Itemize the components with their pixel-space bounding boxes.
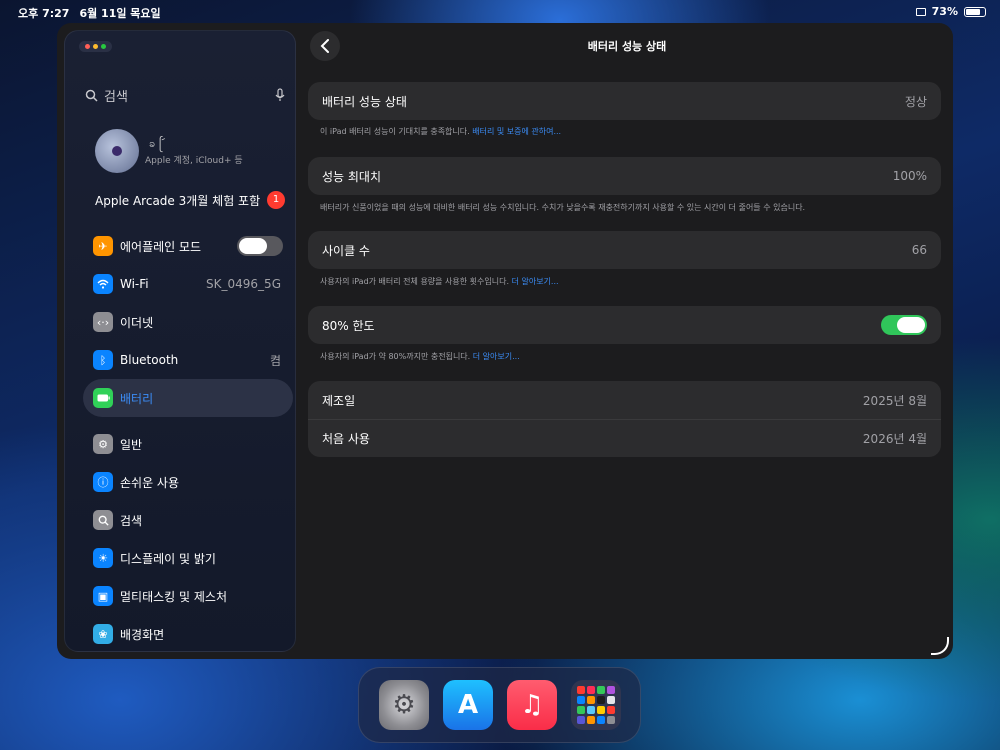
arcade-offer-label: Apple Arcade 3개월 체험 포함 xyxy=(95,194,261,208)
row-label: 제조일 xyxy=(322,393,356,408)
row-label: 배터리 성능 상태 xyxy=(322,94,407,109)
sidebar-item-bluetooth[interactable]: ᛒ Bluetooth 켬 xyxy=(83,341,293,379)
sidebar-item-label: Wi-Fi xyxy=(120,277,149,291)
accessibility-icon: ⓘ xyxy=(93,472,113,492)
microphone-icon[interactable] xyxy=(275,88,285,102)
settings-app-icon[interactable]: ⚙ xyxy=(379,680,429,730)
window-controls[interactable] xyxy=(79,41,112,52)
row-value: 2025년 8월 xyxy=(862,393,927,408)
sidebar-item-wallpaper[interactable]: ❀ 배경화면 xyxy=(83,615,293,653)
search-field[interactable]: 검색 xyxy=(85,85,285,105)
bluetooth-status: 켬 xyxy=(269,353,281,368)
close-dot[interactable] xyxy=(85,44,90,49)
cycle-count-note: 사용자의 iPad가 배터리 전체 용량을 사용한 횟수입니다. 더 알아보기.… xyxy=(320,277,559,286)
sidebar-item-label: 디스플레이 및 밝기 xyxy=(120,551,216,566)
battery-health-note: 이 iPad 배터리 성능이 기대치를 충족합니다. 배터리 및 보증에 관하여… xyxy=(320,127,562,136)
wifi-icon xyxy=(93,274,113,294)
search-icon xyxy=(93,510,113,530)
settings-menu: ✈ 에어플레인 모드 Wi-Fi SK_0496_5G ‹·› 이더넷 ᛒ Bl… xyxy=(83,227,293,653)
sidebar-item-label: 배경화면 xyxy=(120,627,165,642)
sidebar-item-label: 에어플레인 모드 xyxy=(120,239,202,254)
sidebar-item-accessibility[interactable]: ⓘ 손쉬운 사용 xyxy=(83,463,293,501)
sidebar: 검색 ခ ᩕ ᩢ Apple 계정, iCloud+ 등 Apple Arcad… xyxy=(64,30,296,652)
music-app-icon[interactable]: ♫ xyxy=(507,680,557,730)
apple-account-row[interactable]: ခ ᩕ ᩢ Apple 계정, iCloud+ 등 xyxy=(95,129,295,175)
sidebar-item-multitasking[interactable]: ▣ 멀티태스킹 및 제스처 xyxy=(83,577,293,615)
learn-more-link[interactable]: 더 알아보기... xyxy=(473,352,520,361)
account-subtitle: Apple 계정, iCloud+ 등 xyxy=(145,156,243,166)
status-bar: 오후 7:27 6월 11일 목요일 73% xyxy=(0,0,1000,22)
multitasking-icon: ▣ xyxy=(93,586,113,606)
sidebar-item-ethernet[interactable]: ‹·› 이더넷 xyxy=(83,303,293,341)
settings-window: 검색 ခ ᩕ ᩢ Apple 계정, iCloud+ 등 Apple Arcad… xyxy=(57,23,953,659)
airplane-mode-toggle[interactable] xyxy=(237,236,283,256)
sidebar-item-display[interactable]: ☀ 디스플레이 및 밝기 xyxy=(83,539,293,577)
status-date: 6월 11일 목요일 xyxy=(79,7,161,20)
notification-badge: 1 xyxy=(267,191,285,209)
sidebar-item-label: 멀티태스킹 및 제스처 xyxy=(120,589,227,604)
sidebar-item-label: Bluetooth xyxy=(120,353,179,367)
sidebar-item-wifi[interactable]: Wi-Fi SK_0496_5G xyxy=(83,265,293,303)
gear-icon: ⚙ xyxy=(93,434,113,454)
account-name: ခ ᩕ ᩢ xyxy=(149,137,167,150)
max-capacity-row: 성능 최대치 100% xyxy=(308,157,941,195)
charge-limit-row: 80% 한도 xyxy=(308,306,941,344)
warranty-link[interactable]: 배터리 및 보증에 관하여... xyxy=(472,127,561,136)
sidebar-item-label: 검색 xyxy=(120,513,143,528)
ethernet-icon: ‹·› xyxy=(93,312,113,332)
sun-icon: ☀ xyxy=(93,548,113,568)
zoom-dot[interactable] xyxy=(101,44,106,49)
app-store-icon[interactable]: A xyxy=(443,680,493,730)
status-battery-icon xyxy=(964,6,986,17)
row-value: 100% xyxy=(892,169,927,183)
row-value: 2026년 4월 xyxy=(862,432,927,446)
cycle-count-row: 사이클 수 66 xyxy=(308,231,941,269)
battery-icon xyxy=(93,388,113,408)
charge-limit-card: 80% 한도 xyxy=(308,306,941,344)
screen-mirroring-icon xyxy=(915,7,926,16)
flower-icon: ❀ xyxy=(93,624,113,644)
arcade-offer-row[interactable]: Apple Arcade 3개월 체험 포함 1 xyxy=(95,191,285,210)
sidebar-item-label: 배터리 xyxy=(120,391,154,406)
sidebar-item-label: 일반 xyxy=(120,437,143,452)
airplane-icon: ✈ xyxy=(93,236,113,256)
sidebar-item-label: 손쉬운 사용 xyxy=(120,475,180,490)
window-resize-handle[interactable] xyxy=(931,637,949,655)
row-label: 80% 한도 xyxy=(322,318,375,333)
cycle-count-card: 사이클 수 66 xyxy=(308,231,941,269)
battery-health-card: 배터리 성능 상태 정상 xyxy=(308,82,941,120)
learn-more-link[interactable]: 더 알아보기... xyxy=(512,277,559,286)
dates-card: 제조일 2025년 8월 처음 사용 2026년 4월 xyxy=(308,381,941,457)
row-label: 처음 사용 xyxy=(322,432,370,446)
bluetooth-icon: ᛒ xyxy=(93,350,113,370)
max-capacity-note: 배터리가 신품이었을 때의 성능에 대비한 배터리 성능 수치입니다. 수치가 … xyxy=(320,203,806,212)
battery-percent: 73% xyxy=(931,5,958,18)
manufacture-date-row: 제조일 2025년 8월 xyxy=(308,381,941,419)
sidebar-item-airplane[interactable]: ✈ 에어플레인 모드 xyxy=(83,227,293,265)
wifi-network-name: SK_0496_5G xyxy=(206,277,281,291)
dock: ⚙ A ♫ xyxy=(358,667,641,743)
charge-limit-note: 사용자의 iPad가 약 80%까지만 충전됩니다. 더 알아보기... xyxy=(320,352,520,361)
back-button[interactable] xyxy=(310,31,340,61)
row-label: 성능 최대치 xyxy=(322,169,382,184)
page-title: 배터리 성능 상태 xyxy=(587,40,667,53)
row-value: 정상 xyxy=(904,94,927,109)
search-placeholder: 검색 xyxy=(104,89,128,105)
app-folder-icon[interactable] xyxy=(571,680,621,730)
status-time: 오후 7:27 xyxy=(18,7,70,20)
first-use-row: 처음 사용 2026년 4월 xyxy=(308,419,941,457)
search-icon xyxy=(85,89,98,102)
minimize-dot[interactable] xyxy=(93,44,98,49)
sidebar-item-general[interactable]: ⚙ 일반 xyxy=(83,425,293,463)
max-capacity-card: 성능 최대치 100% xyxy=(308,157,941,195)
sidebar-item-battery[interactable]: 배터리 xyxy=(83,379,293,417)
chevron-left-icon xyxy=(320,39,329,53)
sidebar-item-label: 이더넷 xyxy=(120,315,154,330)
row-label: 사이클 수 xyxy=(322,243,370,258)
battery-health-row: 배터리 성능 상태 정상 xyxy=(308,82,941,120)
row-value: 66 xyxy=(911,243,927,257)
sidebar-item-search[interactable]: 검색 xyxy=(83,501,293,539)
charge-limit-toggle[interactable] xyxy=(881,315,927,335)
avatar xyxy=(95,129,139,173)
